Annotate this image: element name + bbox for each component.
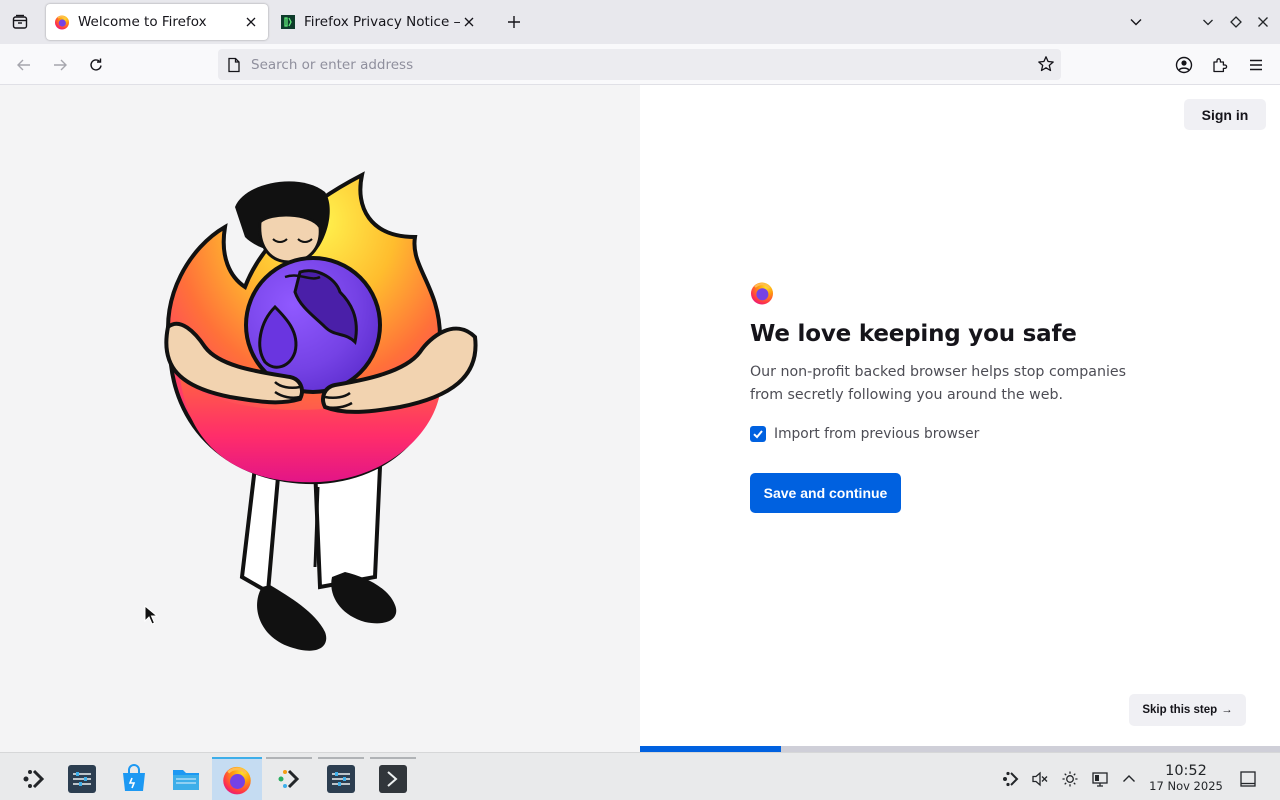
arrow-right-icon: → <box>1221 704 1233 716</box>
brightness-tray-button[interactable] <box>1060 769 1080 789</box>
chevron-down-icon <box>1203 19 1213 26</box>
show-hidden-icons-button[interactable] <box>1119 769 1139 789</box>
taskbar-file-manager[interactable] <box>161 757 211 800</box>
taskbar-system-settings-window[interactable] <box>316 757 366 800</box>
brightness-icon <box>1062 771 1078 787</box>
clock-date: 17 Nov 2025 <box>1149 779 1223 793</box>
speaker-muted-icon <box>1032 771 1048 787</box>
minimize-window-button[interactable] <box>1198 12 1218 32</box>
network-tray-button[interactable] <box>1090 769 1110 789</box>
terminal-icon <box>379 765 407 793</box>
firefox-icon <box>55 15 69 30</box>
hamburger-menu-icon <box>1250 59 1262 71</box>
bookmark-star-button[interactable] <box>1037 55 1055 78</box>
mouse-cursor-icon <box>144 605 158 625</box>
extensions-button[interactable] <box>1209 54 1231 76</box>
chevron-up-icon <box>1123 775 1135 782</box>
taskbar-kdeconnect[interactable] <box>264 757 314 800</box>
clock-time: 10:52 <box>1165 763 1207 779</box>
navigation-toolbar <box>0 44 1280 85</box>
forward-button[interactable] <box>49 54 71 76</box>
tab-welcome[interactable]: Welcome to Firefox <box>46 4 268 40</box>
import-checkbox[interactable] <box>750 426 766 442</box>
firefox-logo-icon <box>751 282 773 305</box>
firefox-icon <box>223 766 251 795</box>
show-desktop-button[interactable] <box>1238 769 1258 789</box>
save-and-continue-button[interactable]: Save and continue <box>750 473 901 513</box>
firefox-view-button[interactable] <box>8 11 32 33</box>
close-icon <box>1258 17 1268 27</box>
file-manager-icon <box>173 770 199 790</box>
illustration-panel <box>0 85 640 752</box>
back-button[interactable] <box>13 54 35 76</box>
address-input[interactable] <box>251 49 1011 80</box>
kde-menu-icon <box>23 769 45 789</box>
checkmark-icon <box>753 430 763 439</box>
taskbar-discover[interactable] <box>109 757 159 800</box>
tab-title: Welcome to Firefox <box>78 14 207 30</box>
import-checkbox-label: Import from previous browser <box>774 426 980 442</box>
account-icon <box>1175 56 1193 74</box>
taskbar: 10:52 17 Nov 2025 <box>0 752 1280 800</box>
chevron-down-icon <box>1130 19 1142 26</box>
page-description: Our non-profit backed browser helps stop… <box>750 364 1127 403</box>
volume-tray-button[interactable] <box>1030 769 1050 789</box>
skip-step-button[interactable]: Skip this step → <box>1129 694 1246 726</box>
close-icon <box>246 17 256 27</box>
taskbar-system-settings[interactable] <box>57 757 107 800</box>
close-window-button[interactable] <box>1253 12 1273 32</box>
tab-strip: Welcome to Firefox Firefox Privacy Notic… <box>0 0 1280 44</box>
reload-icon <box>90 58 102 71</box>
star-icon <box>1038 56 1054 72</box>
tab-privacy-notice[interactable]: Firefox Privacy Notice — M <box>272 4 486 40</box>
puzzle-icon <box>1213 58 1228 73</box>
skip-step-label: Skip this step <box>1142 704 1218 716</box>
system-settings-icon <box>68 765 96 793</box>
taskbar-firefox[interactable] <box>212 757 262 800</box>
diamond-icon <box>1230 16 1242 28</box>
page-icon <box>228 57 240 73</box>
arrow-right-icon <box>54 59 67 71</box>
close-icon <box>464 17 474 27</box>
digital-clock[interactable]: 10:52 17 Nov 2025 <box>1140 763 1232 793</box>
system-settings-icon <box>327 765 355 793</box>
arrow-left-icon <box>17 59 30 71</box>
kdeconnect-tray-button[interactable] <box>1000 769 1020 789</box>
page-heading: We love keeping you safe <box>750 321 1077 347</box>
network-wired-icon <box>1092 772 1108 787</box>
close-tab-button[interactable] <box>460 13 478 31</box>
onboarding-panel: Sign in We love keeping you safe Our non… <box>640 85 1280 752</box>
plus-icon <box>508 16 520 28</box>
sign-in-button[interactable]: Sign in <box>1184 99 1266 130</box>
taskbar-terminal[interactable] <box>368 757 418 800</box>
account-button[interactable] <box>1173 54 1195 76</box>
show-desktop-icon <box>1240 771 1256 787</box>
import-checkbox-row[interactable]: Import from previous browser <box>750 426 979 442</box>
firefox-view-icon <box>12 14 28 29</box>
list-all-tabs-button[interactable] <box>1126 12 1146 32</box>
discover-store-icon <box>123 764 145 791</box>
welcome-page: Sign in We love keeping you safe Our non… <box>0 85 1280 752</box>
app-menu-button[interactable] <box>1245 54 1267 76</box>
new-tab-button[interactable] <box>504 12 524 32</box>
tab-title: Firefox Privacy Notice — M <box>304 14 460 30</box>
maximize-window-button[interactable] <box>1226 12 1246 32</box>
mozilla-icon <box>281 15 295 29</box>
kdeconnect-icon <box>278 769 300 789</box>
reload-button[interactable] <box>85 54 107 76</box>
kdeconnect-tray-icon <box>1003 771 1019 787</box>
application-launcher-button[interactable] <box>9 757 59 800</box>
close-tab-button[interactable] <box>242 13 260 31</box>
address-bar[interactable] <box>218 49 1061 80</box>
person-hugging-globe-illustration <box>164 171 478 651</box>
